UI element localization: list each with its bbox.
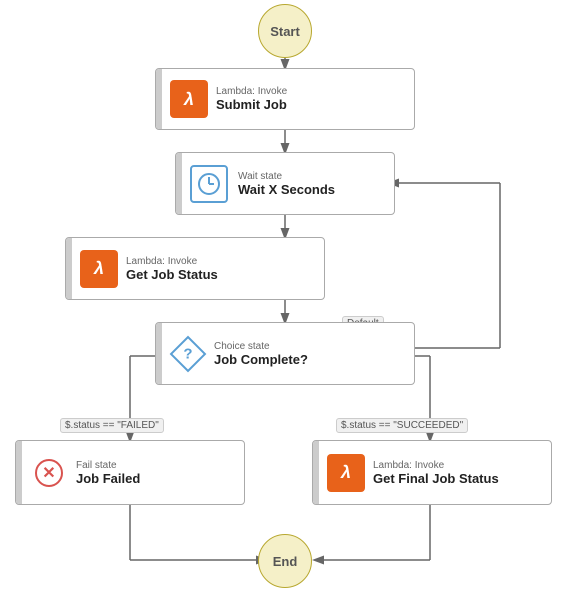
wait-state-node: Wait state Wait X Seconds [175,152,395,215]
clock-icon [198,173,220,195]
start-label: Start [270,24,300,39]
left-bar-gjs [66,238,72,299]
job-complete-type: Choice state [214,341,308,352]
left-bar-jf [16,441,22,504]
lambda-icon-gfs: λ [327,454,365,492]
submit-job-node: λ Lambda: Invoke Submit Job [155,68,415,130]
left-bar-jc [156,323,162,384]
left-bar-gfs [313,441,319,504]
submit-job-title: Submit Job [216,97,287,112]
job-failed-type: Fail state [76,460,140,471]
diamond-icon-wrap: ? [170,336,206,372]
job-failed-title: Job Failed [76,471,140,486]
lambda-icon-submit: λ [170,80,208,118]
submit-job-type: Lambda: Invoke [216,86,287,97]
x-icon-wrap: ✕ [30,454,68,492]
end-node: End [258,534,312,588]
diamond-question-mark: ? [183,345,192,362]
get-job-status-title: Get Job Status [126,267,218,282]
get-job-status-type: Lambda: Invoke [126,256,218,267]
job-complete-title: Job Complete? [214,352,308,367]
left-bar [156,69,162,129]
wait-state-type: Wait state [238,171,335,182]
end-label: End [273,554,298,569]
failed-condition-label: $.status == "FAILED" [60,418,164,433]
get-final-status-node: λ Lambda: Invoke Get Final Job Status [312,440,552,505]
job-complete-node: ? Choice state Job Complete? [155,322,415,385]
lambda-icon-gjs: λ [80,250,118,288]
get-job-status-node: λ Lambda: Invoke Get Job Status [65,237,325,300]
wait-state-title: Wait X Seconds [238,182,335,197]
left-bar-wait [176,153,182,214]
get-final-status-title: Get Final Job Status [373,471,499,486]
workflow-diagram: Start λ Lambda: Invoke Submit Job Wait s… [0,0,570,610]
x-circle-icon: ✕ [35,459,63,487]
get-final-status-type: Lambda: Invoke [373,460,499,471]
succeeded-condition-label: $.status == "SUCCEEDED" [336,418,468,433]
clock-icon-wrap [190,165,228,203]
job-failed-node: ✕ Fail state Job Failed [15,440,245,505]
start-node: Start [258,4,312,58]
